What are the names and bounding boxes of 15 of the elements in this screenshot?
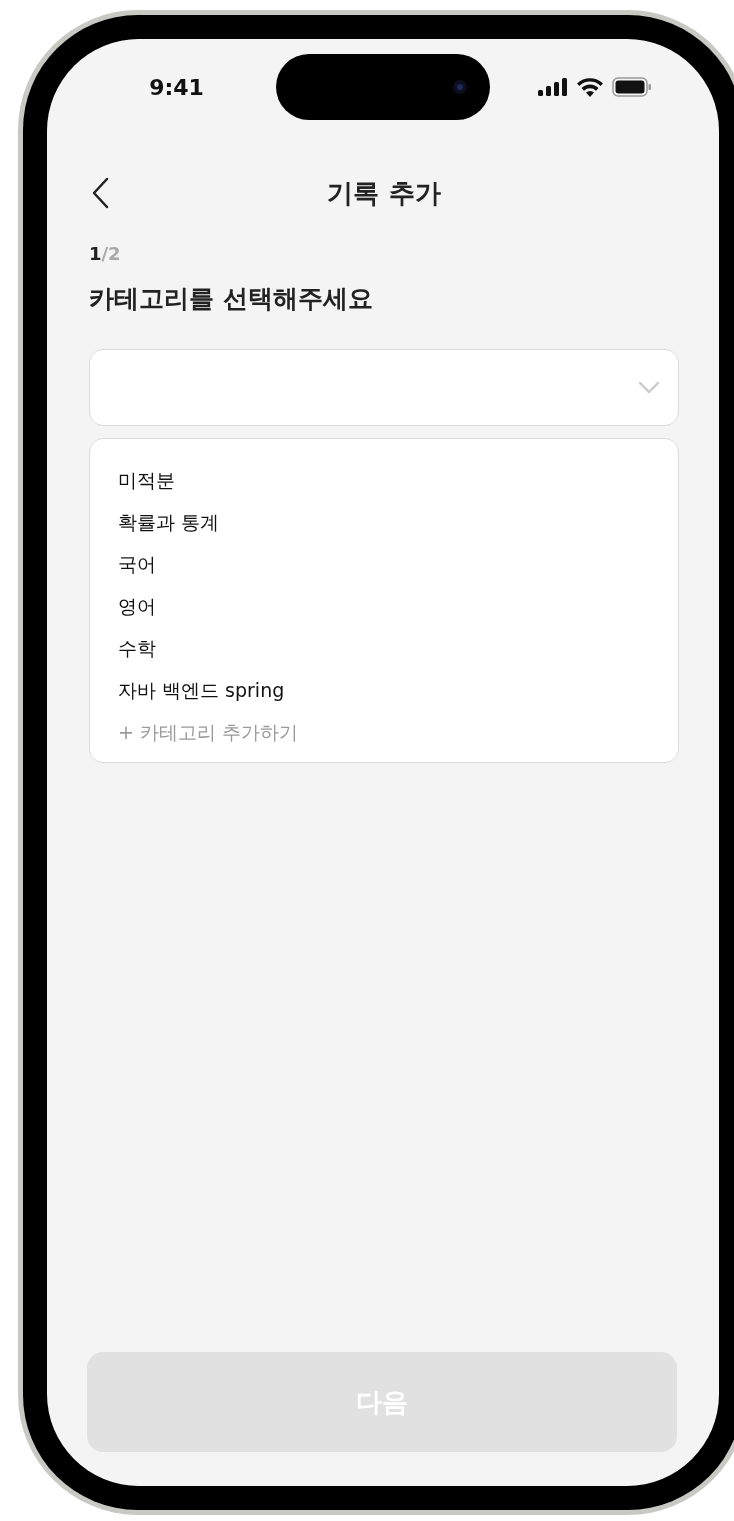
step-counter: 1/2: [89, 243, 122, 264]
category-option[interactable]: 확률과 통계: [118, 510, 220, 534]
category-option[interactable]: 자바 백엔드 spring: [118, 678, 285, 702]
prompt-heading: 카테고리를 선택해주세요: [89, 283, 374, 315]
status-time: 9:41: [149, 74, 204, 100]
signal-icon: [537, 78, 568, 96]
page-title: 기록 추가: [327, 176, 441, 210]
battery-icon: [611, 77, 652, 97]
wifi-icon: [575, 77, 604, 97]
category-option[interactable]: 영어: [118, 594, 156, 618]
category-option[interactable]: 미적분: [118, 468, 175, 492]
chevron-down-icon: [638, 380, 660, 395]
category-option[interactable]: 수학: [118, 636, 156, 660]
camera-lens-icon: [452, 79, 468, 95]
category-option[interactable]: 국어: [118, 552, 156, 576]
